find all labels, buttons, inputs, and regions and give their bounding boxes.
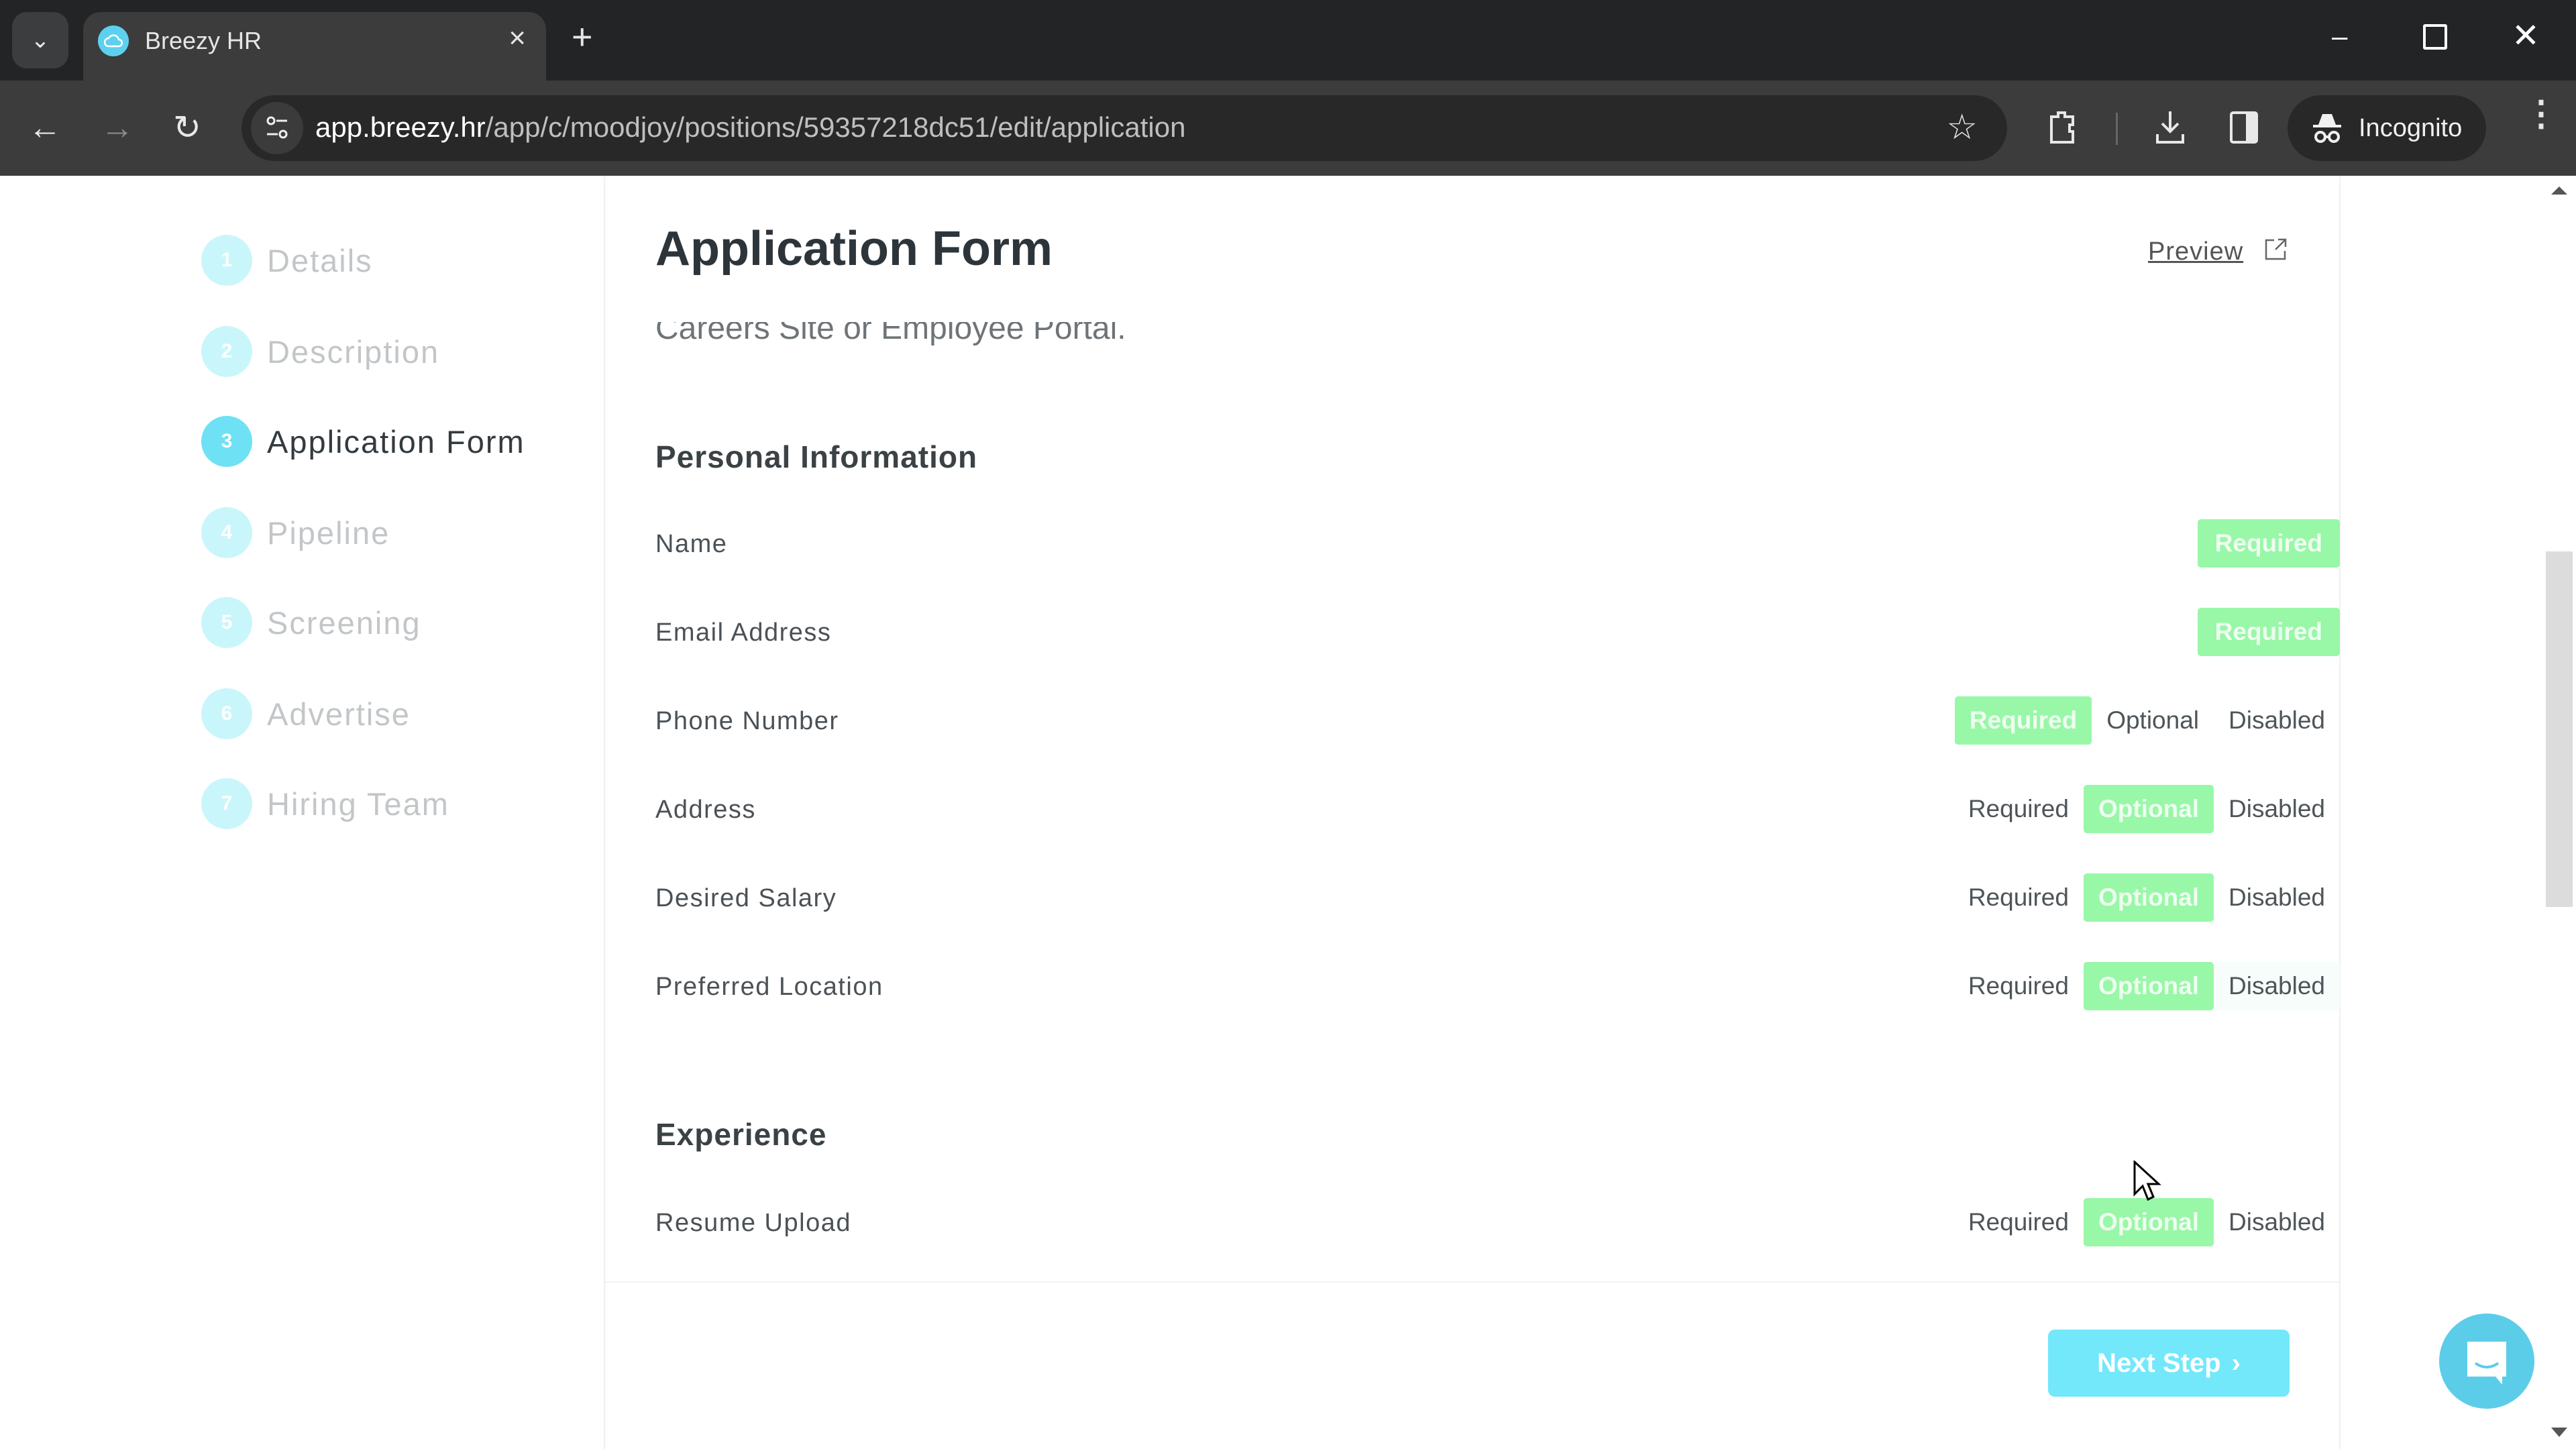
section-title-experience: Experience: [655, 1117, 827, 1152]
field-label-email-address: Email Address: [655, 619, 832, 647]
field-label-address: Address: [655, 796, 756, 824]
browser-toolbar: ← → ↻ app.breezy.hr/app/c/moodjoy/positi…: [0, 80, 2576, 176]
extensions-icon[interactable]: [2046, 109, 2080, 150]
chevron-right-icon: ›: [2231, 1348, 2241, 1378]
browser-tab[interactable]: Breezy HR ×: [83, 12, 546, 80]
address-bar[interactable]: app.breezy.hr/app/c/moodjoy/positions/59…: [241, 95, 2007, 161]
section-title-personal-information: Personal Information: [655, 439, 978, 474]
field-label-preferred-location: Preferred Location: [655, 973, 883, 1001]
field-label-phone-number: Phone Number: [655, 707, 839, 735]
footer-divider: [605, 1281, 2339, 1283]
page-content: 1 Details 2 Description 3 Application Fo…: [0, 176, 2576, 1449]
next-step-label: Next Step: [2097, 1348, 2221, 1378]
field-options-name: Required: [2197, 519, 2340, 568]
sidebar-divider: [604, 176, 605, 1449]
option-required[interactable]: Required: [2197, 519, 2340, 568]
step-pipeline[interactable]: 4 Pipeline: [201, 507, 390, 558]
new-tab-button[interactable]: +: [572, 19, 593, 55]
breezy-cloud-icon: [98, 25, 129, 56]
option-optional[interactable]: Optional: [2083, 785, 2214, 833]
site-info-button[interactable]: [251, 102, 303, 154]
url-domain: app.breezy.hr: [315, 111, 486, 143]
mouse-cursor-icon: [2133, 1159, 2163, 1207]
forward-icon[interactable]: →: [101, 107, 134, 148]
page-title: Application Form: [655, 222, 1053, 276]
step-details[interactable]: 1 Details: [201, 235, 373, 286]
tab-search-button[interactable]: ⌄: [12, 12, 68, 68]
field-label-resume-upload: Resume Upload: [655, 1209, 851, 1237]
step-number: 2: [201, 326, 252, 377]
option-required[interactable]: Required: [1954, 696, 2092, 745]
step-label: Pipeline: [267, 515, 390, 551]
toolbar-separator: [2116, 113, 2118, 145]
option-optional[interactable]: Optional: [2083, 962, 2214, 1010]
step-number: 7: [201, 778, 252, 829]
scrollbar-thumb[interactable]: [2546, 551, 2573, 907]
incognito-indicator[interactable]: Incognito: [2288, 95, 2486, 161]
next-step-button[interactable]: Next Step ›: [2048, 1330, 2290, 1397]
field-label-name: Name: [655, 530, 728, 558]
tab-title: Breezy HR: [145, 27, 262, 54]
option-required[interactable]: Required: [1953, 873, 2084, 922]
external-link-icon[interactable]: [2263, 237, 2288, 262]
step-application-form[interactable]: 3 Application Form: [201, 416, 525, 467]
step-screening[interactable]: 5 Screening: [201, 597, 421, 648]
step-number: 4: [201, 507, 252, 558]
minimize-icon[interactable]: –: [2332, 20, 2347, 52]
step-number: 6: [201, 688, 252, 739]
field-label-desired-salary: Desired Salary: [655, 884, 837, 912]
bookmark-star-icon[interactable]: ☆: [1946, 107, 1978, 148]
browser-menu-icon[interactable]: ⋮: [2524, 97, 2559, 131]
option-required[interactable]: Required: [1953, 962, 2084, 1010]
reload-icon[interactable]: ↻: [173, 107, 201, 148]
step-number: 5: [201, 597, 252, 648]
option-optional[interactable]: Optional: [2092, 696, 2214, 745]
tune-icon: [266, 114, 288, 141]
close-window-icon[interactable]: ✕: [2512, 16, 2540, 55]
side-panel-icon[interactable]: [2229, 109, 2259, 150]
option-disabled[interactable]: Disabled: [2214, 785, 2340, 833]
field-options-address: Required Optional Disabled: [1953, 785, 2340, 833]
step-label: Screening: [267, 604, 421, 641]
preview-link[interactable]: Preview: [2148, 237, 2243, 266]
step-number: 3: [201, 416, 252, 467]
browser-tab-bar: ⌄ Breezy HR × + – ✕: [0, 0, 2576, 80]
option-required[interactable]: Required: [1953, 785, 2084, 833]
field-options-preferred-location: Required Optional Disabled: [1953, 962, 2340, 1010]
step-label: Details: [267, 242, 373, 278]
scroll-down-arrow[interactable]: [2551, 1428, 2567, 1437]
step-label: Advertise: [267, 696, 411, 732]
url-path: /app/c/moodjoy/positions/59357218dc51/ed…: [485, 111, 1186, 143]
restore-window-icon[interactable]: [2423, 24, 2447, 50]
close-tab-icon[interactable]: ×: [508, 21, 526, 55]
option-disabled[interactable]: Disabled: [2214, 873, 2340, 922]
step-label: Hiring Team: [267, 786, 449, 822]
incognito-icon: [2312, 111, 2343, 145]
back-icon[interactable]: ←: [28, 107, 62, 148]
intro-text: Careers Site or Employee Portal.: [655, 311, 1126, 346]
option-disabled[interactable]: Disabled: [2214, 962, 2340, 1010]
field-options-phone-number: Required Optional Disabled: [1954, 696, 2340, 745]
option-disabled[interactable]: Disabled: [2214, 1198, 2340, 1246]
step-label: Application Form: [267, 423, 525, 460]
chevron-down-icon: ⌄: [30, 28, 50, 53]
step-number: 1: [201, 235, 252, 286]
option-optional[interactable]: Optional: [2083, 873, 2214, 922]
field-options-desired-salary: Required Optional Disabled: [1953, 873, 2340, 922]
option-required[interactable]: Required: [2197, 608, 2340, 656]
option-disabled[interactable]: Disabled: [2214, 696, 2340, 745]
step-hiring-team[interactable]: 7 Hiring Team: [201, 778, 449, 829]
incognito-label: Incognito: [2359, 114, 2463, 142]
chat-support-button[interactable]: [2439, 1313, 2534, 1409]
step-advertise[interactable]: 6 Advertise: [201, 688, 411, 739]
step-label: Description: [267, 333, 440, 370]
option-required[interactable]: Required: [1953, 1198, 2084, 1246]
url-text[interactable]: app.breezy.hr/app/c/moodjoy/positions/59…: [315, 111, 1185, 144]
field-options-email-address: Required: [2197, 608, 2340, 656]
scroll-up-arrow[interactable]: [2551, 186, 2567, 195]
download-icon[interactable]: [2153, 109, 2187, 150]
step-description[interactable]: 2 Description: [201, 326, 439, 377]
